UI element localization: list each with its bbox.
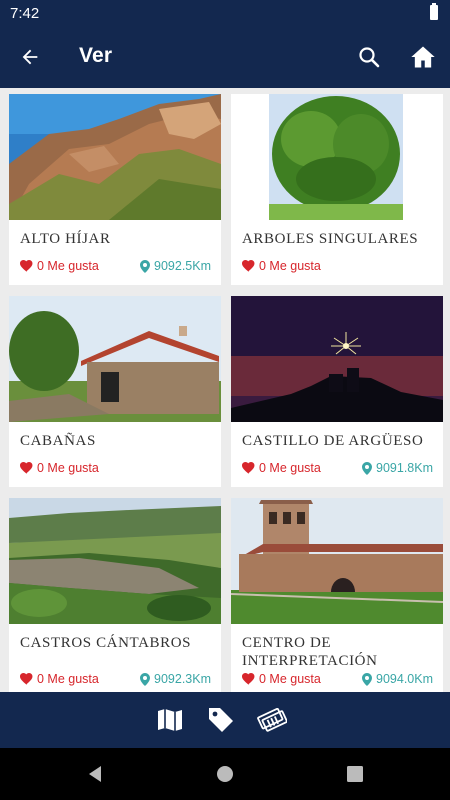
place-title: CENTRO DE INTERPRETACIÓN	[242, 635, 378, 669]
location-pin-icon	[140, 259, 151, 273]
battery-icon	[430, 3, 438, 20]
like-button[interactable]: 0 Me gusta	[242, 461, 321, 475]
place-card-centro-de-interpretacion[interactable]: CENTRO DE INTERPRETACIÓN 0 Me gusta 9094…	[231, 498, 443, 692]
likes-count: 0 Me gusta	[259, 259, 321, 273]
heart-icon	[20, 462, 33, 474]
distance-value: 9092.3Km	[154, 672, 211, 686]
heart-icon	[242, 462, 255, 474]
place-title: CABAÑAS	[20, 433, 96, 449]
tickets-icon	[257, 708, 287, 732]
distance: 9091.8Km	[362, 461, 433, 475]
place-photo	[231, 498, 443, 624]
likes-count: 0 Me gusta	[259, 461, 321, 475]
back-button[interactable]	[14, 41, 46, 73]
location-pin-icon	[140, 672, 151, 686]
heart-icon	[242, 260, 255, 272]
bottom-nav	[0, 692, 450, 748]
map-icon	[158, 709, 182, 731]
heart-icon	[20, 673, 33, 685]
place-title: ARBOLES SINGULARES	[242, 231, 419, 247]
nav-map-button[interactable]	[155, 706, 185, 734]
tag-icon	[209, 708, 233, 732]
status-bar: 7:42	[0, 0, 450, 26]
heart-icon	[242, 673, 255, 685]
nav-tickets-button[interactable]	[257, 706, 287, 734]
place-title: CASTILLO DE ARGÜESO	[242, 433, 424, 449]
page-title: Ver	[79, 44, 113, 67]
like-button[interactable]: 0 Me gusta	[242, 672, 321, 686]
place-card-cabanas[interactable]: CABAÑAS 0 Me gusta	[9, 296, 221, 487]
likes-count: 0 Me gusta	[259, 672, 321, 686]
place-title: ALTO HÍJAR	[20, 231, 111, 247]
location-pin-icon	[362, 461, 373, 475]
like-button[interactable]: 0 Me gusta	[20, 672, 99, 686]
distance-value: 9094.0Km	[376, 672, 433, 686]
place-photo	[231, 94, 443, 220]
places-grid: ALTO HÍJAR 0 Me gusta 9092.5Km ARBOLES S…	[0, 88, 450, 692]
status-time: 7:42	[10, 5, 40, 22]
like-button[interactable]: 0 Me gusta	[20, 259, 99, 273]
nav-tag-button[interactable]	[206, 706, 236, 734]
like-button[interactable]: 0 Me gusta	[20, 461, 99, 475]
heart-icon	[20, 260, 33, 272]
likes-count: 0 Me gusta	[37, 672, 99, 686]
distance-value: 9092.5Km	[154, 259, 211, 273]
place-photo	[9, 296, 221, 422]
distance: 9092.5Km	[140, 259, 211, 273]
place-card-castros-cantabros[interactable]: CASTROS CÁNTABROS 0 Me gusta 9092.3Km	[9, 498, 221, 692]
place-photo	[231, 296, 443, 422]
likes-count: 0 Me gusta	[37, 461, 99, 475]
place-photo	[9, 94, 221, 220]
system-recents-icon[interactable]	[345, 764, 365, 784]
home-icon	[411, 46, 435, 68]
system-back-icon[interactable]	[85, 764, 105, 784]
arrow-back-icon	[22, 49, 38, 65]
place-card-arboles-singulares[interactable]: ARBOLES SINGULARES 0 Me gusta	[231, 94, 443, 285]
search-icon	[359, 47, 380, 68]
place-photo	[9, 498, 221, 624]
location-pin-icon	[362, 672, 373, 686]
distance: 9092.3Km	[140, 672, 211, 686]
place-card-alto-hijar[interactable]: ALTO HÍJAR 0 Me gusta 9092.5Km	[9, 94, 221, 285]
home-button[interactable]	[406, 40, 440, 74]
system-nav-bar	[0, 748, 450, 800]
search-button[interactable]	[353, 41, 385, 73]
place-title: CASTROS CÁNTABROS	[20, 635, 192, 651]
likes-count: 0 Me gusta	[37, 259, 99, 273]
place-card-castillo-de-argueso[interactable]: CASTILLO DE ARGÜESO 0 Me gusta 9091.8Km	[231, 296, 443, 487]
distance: 9094.0Km	[362, 672, 433, 686]
app-bar: Ver	[0, 26, 450, 88]
like-button[interactable]: 0 Me gusta	[242, 259, 321, 273]
system-home-icon[interactable]	[215, 764, 235, 784]
distance-value: 9091.8Km	[376, 461, 433, 475]
